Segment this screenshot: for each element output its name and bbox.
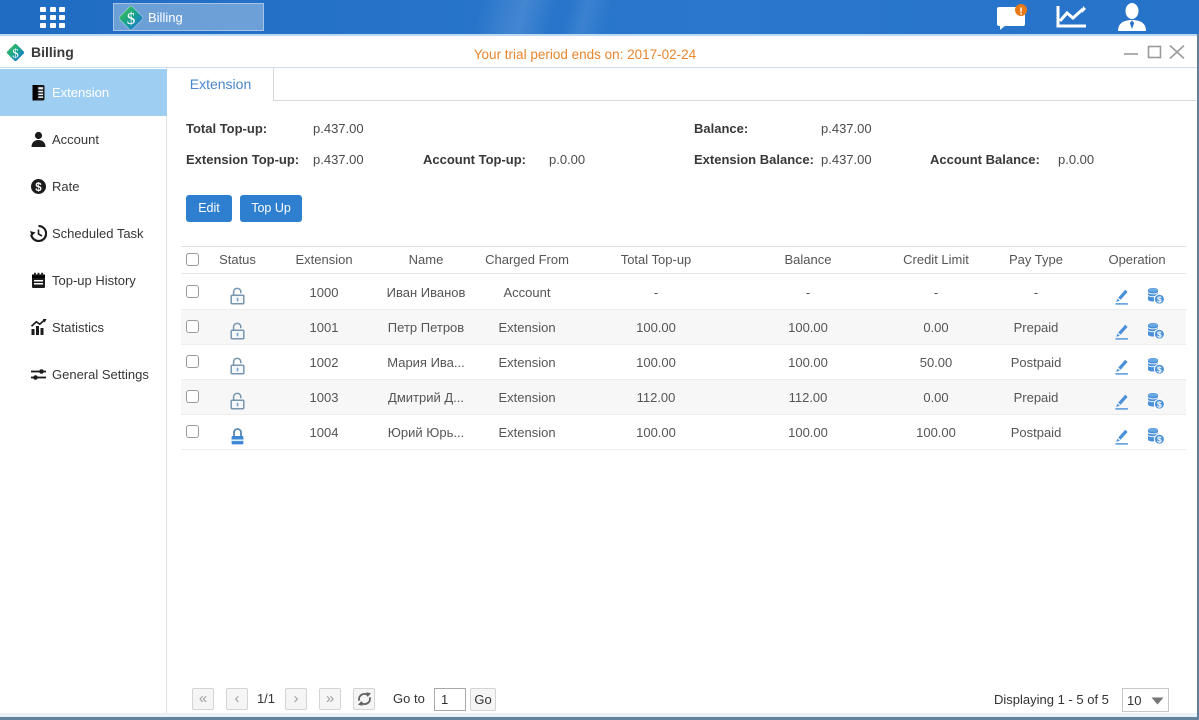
- svg-text:$: $: [127, 9, 136, 28]
- svg-text:!: !: [1019, 6, 1023, 18]
- svg-text:$: $: [35, 182, 42, 194]
